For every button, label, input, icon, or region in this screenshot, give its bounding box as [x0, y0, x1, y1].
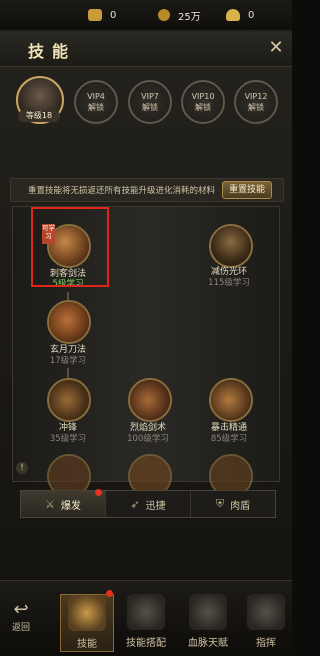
- vip12-slot[interactable]: VIP12 解锁: [234, 80, 278, 124]
- skill-node-flame-sword[interactable]: [128, 378, 172, 422]
- selected-highlight: [31, 207, 109, 287]
- sword-icon: ⚔: [45, 497, 55, 511]
- skill-requirement: 100级学习: [127, 434, 169, 444]
- nav-bloodline[interactable]: 血脉天赋: [182, 594, 234, 650]
- back-button[interactable]: ↩ 返回: [4, 600, 38, 634]
- vip4-slot[interactable]: VIP4 解锁: [74, 80, 118, 124]
- player-level: 等级18: [18, 110, 60, 122]
- notification-dot: [95, 489, 102, 496]
- nav-skills[interactable]: 技能: [60, 594, 114, 652]
- skill-requirement: 115级学习: [208, 278, 250, 288]
- vip-name: VIP10: [191, 92, 215, 101]
- command-icon: [247, 594, 285, 630]
- skill-category-tabs: ⚔ 爆发 ➶ 迅捷 ⛨ 肉盾: [20, 490, 276, 518]
- book-icon: [68, 595, 106, 631]
- gold-icon: [88, 9, 102, 21]
- crit-skill-icon: [211, 380, 251, 420]
- nav-label: 技能搭配: [126, 638, 166, 649]
- charge-skill-icon: [49, 380, 89, 420]
- vip-status: 解锁: [248, 103, 264, 112]
- nav-command[interactable]: 指挥: [240, 594, 292, 650]
- wing-icon: ➶: [130, 497, 140, 511]
- tab-label: 迅捷: [145, 500, 166, 512]
- notification-dot: [106, 590, 113, 597]
- flame-skill-icon: [130, 380, 170, 420]
- reset-description: 重置技能将无损返还所有技能升级进化消耗的材料: [28, 186, 216, 196]
- tab-burst[interactable]: ⚔ 爆发: [21, 491, 106, 517]
- vip-status: 解锁: [142, 103, 158, 112]
- dragon-icon: [189, 594, 227, 630]
- aura-skill-icon: [211, 226, 251, 266]
- ingot-icon: [226, 9, 240, 21]
- vip-status: 解锁: [195, 103, 211, 112]
- tab-swift[interactable]: ➶ 迅捷: [106, 491, 191, 517]
- vip10-slot[interactable]: VIP10 解锁: [181, 80, 225, 124]
- gold-amount: 0: [110, 9, 117, 21]
- vip-name: VIP4: [87, 92, 105, 101]
- reset-skills-button[interactable]: 重置技能: [222, 181, 272, 199]
- blade-skill-icon: [49, 302, 89, 342]
- ingot-amount: 0: [248, 9, 255, 21]
- nav-skill-combo[interactable]: 技能搭配: [120, 594, 172, 650]
- tab-label: 肉盾: [230, 500, 251, 512]
- close-button[interactable]: ✕: [266, 38, 286, 58]
- skill-node-damage-aura[interactable]: [209, 224, 253, 268]
- tab-label: 爆发: [60, 500, 81, 512]
- skill-node-crit-mastery[interactable]: [209, 378, 253, 422]
- skill-node-moon-blade[interactable]: [47, 300, 91, 344]
- vip-name: VIP7: [141, 92, 159, 101]
- vip7-slot[interactable]: VIP7 解锁: [128, 80, 172, 124]
- ingot-currency: 0: [226, 6, 254, 24]
- skill-requirement: 35级学习: [49, 434, 87, 444]
- gold-currency: 0: [88, 6, 116, 24]
- tree-connector: [67, 368, 69, 378]
- shield-icon: ⛨: [215, 497, 225, 510]
- skill-node-charge[interactable]: [47, 378, 91, 422]
- tab-tank[interactable]: ⛨ 肉盾: [191, 491, 275, 517]
- back-arrow-icon: ↩: [13, 599, 29, 620]
- nav-label: 技能: [77, 639, 97, 650]
- skill-requirement: 17级学习: [49, 356, 87, 366]
- panel-title: 技能: [28, 42, 77, 61]
- silver-currency: 25万: [158, 6, 201, 24]
- vip-name: VIP12: [244, 92, 268, 101]
- back-label: 返回: [11, 623, 30, 633]
- tree-connector: [67, 292, 69, 300]
- nav-label: 指挥: [256, 638, 276, 649]
- skill-requirement: 85级学习: [210, 434, 248, 444]
- info-icon[interactable]: !: [16, 462, 28, 474]
- vip-status: 解锁: [88, 103, 104, 112]
- armor-icon: [127, 594, 165, 630]
- coin-icon: [158, 9, 170, 21]
- silver-amount: 25万: [178, 11, 201, 23]
- nav-label: 血脉天赋: [188, 638, 228, 649]
